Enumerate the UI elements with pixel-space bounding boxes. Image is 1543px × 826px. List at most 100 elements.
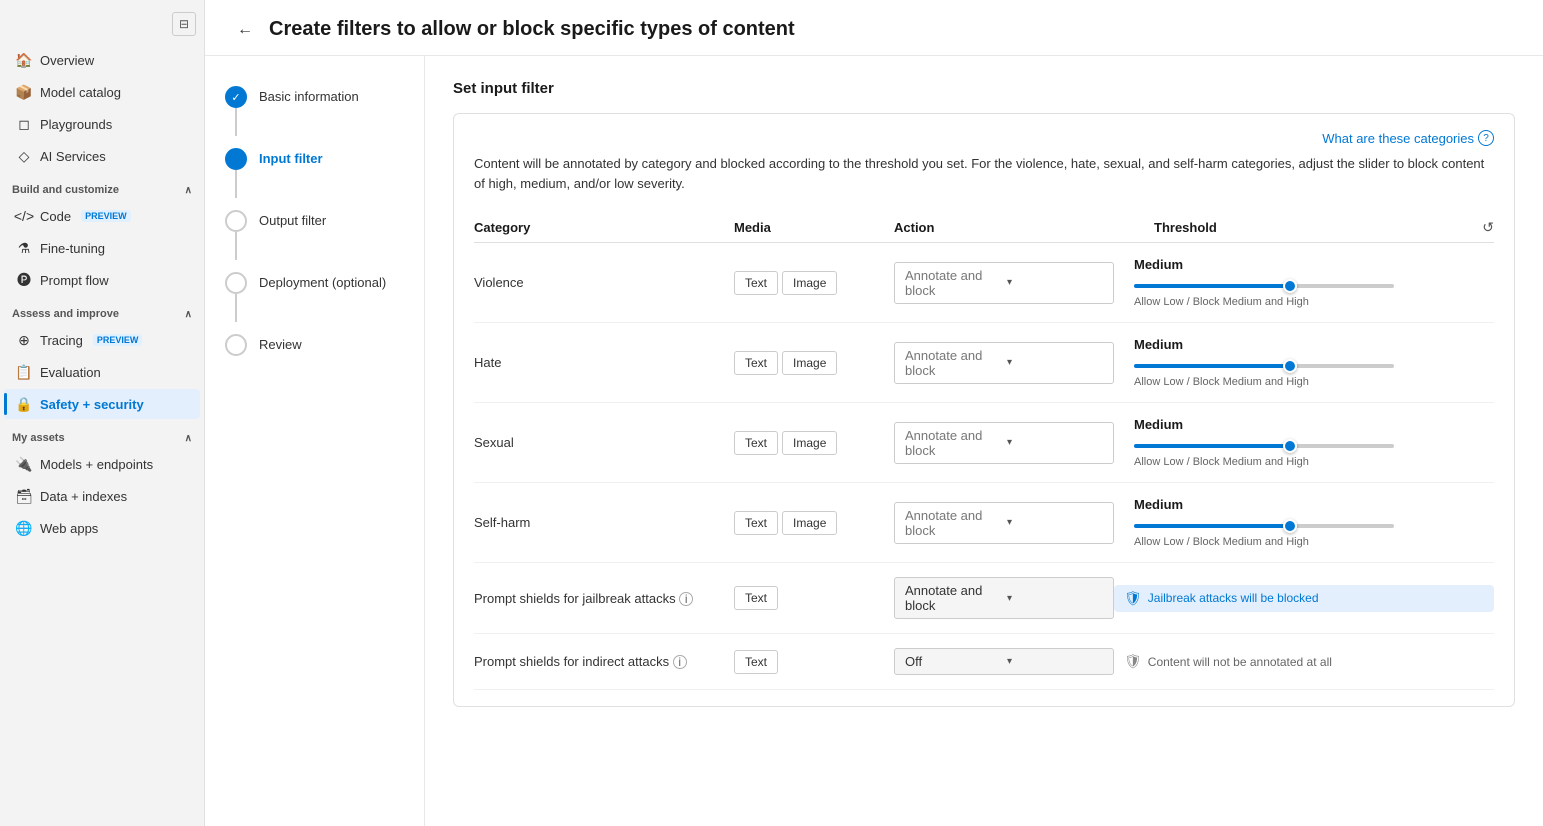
text-button[interactable]: Text bbox=[734, 511, 778, 535]
category-cell-prompt-shields-jailbreak: Prompt shields for jailbreak attacks i bbox=[474, 563, 734, 634]
code-icon: </> bbox=[16, 208, 32, 224]
text-button[interactable]: Text bbox=[734, 271, 778, 295]
filter-content-area: Set input filter What are these categori… bbox=[425, 56, 1543, 826]
wizard-step-3-indicator bbox=[225, 210, 247, 260]
action-dropdown-value: Annotate and block bbox=[905, 508, 1001, 538]
category-label: Prompt shields for jailbreak attacks bbox=[474, 591, 676, 606]
chevron-down-icon: ▾ bbox=[1007, 437, 1103, 448]
tracing-preview-badge: PREVIEW bbox=[93, 334, 143, 346]
slider-thumb[interactable] bbox=[1283, 359, 1297, 373]
wizard-line-4 bbox=[235, 294, 237, 322]
sidebar-item-label: Web apps bbox=[40, 521, 98, 536]
info-circle-icon: ? bbox=[1478, 130, 1494, 146]
threshold-cell-sexual: Medium Allow Low / Block Medium and High bbox=[1114, 403, 1494, 483]
sidebar-item-model-catalog[interactable]: 📦 Model catalog bbox=[4, 77, 200, 107]
slider-description: Allow Low / Block Medium and High bbox=[1134, 456, 1494, 468]
slider-track bbox=[1134, 364, 1394, 368]
text-button[interactable]: Text bbox=[734, 351, 778, 375]
sidebar-item-label: Safety + security bbox=[40, 397, 144, 412]
text-button[interactable]: Text bbox=[734, 650, 778, 674]
threshold-value-label: Medium bbox=[1134, 337, 1494, 352]
what-categories-link[interactable]: What are these categories ? bbox=[1322, 130, 1494, 146]
sidebar-item-label: Data + indexes bbox=[40, 489, 127, 504]
wizard-step-4-label: Deployment (optional) bbox=[259, 272, 386, 290]
wizard-step-4-indicator bbox=[225, 272, 247, 322]
sidebar-item-label: Playgrounds bbox=[40, 117, 112, 132]
table-row: ViolenceTextImageAnnotate and block▾ Med… bbox=[474, 243, 1494, 323]
slider-thumb[interactable] bbox=[1283, 439, 1297, 453]
sidebar-item-data-indexes[interactable]: 🗃 Data + indexes bbox=[4, 481, 200, 511]
action-dropdown[interactable]: Annotate and block ▾ bbox=[894, 262, 1114, 304]
sidebar-item-code[interactable]: </> Code PREVIEW bbox=[4, 201, 200, 231]
threshold-cell-hate: Medium Allow Low / Block Medium and High bbox=[1114, 323, 1494, 403]
sidebar-item-label: Models + endpoints bbox=[40, 457, 153, 472]
sidebar-item-prompt-flow[interactable]: 🅟 Prompt flow bbox=[4, 265, 200, 295]
category-label: Self-harm bbox=[474, 515, 530, 530]
table-row: Prompt shields for jailbreak attacks iTe… bbox=[474, 563, 1494, 634]
sidebar-item-label: Prompt flow bbox=[40, 273, 109, 288]
col-header-category: Category bbox=[474, 213, 734, 243]
action-dropdown[interactable]: Annotate and block▾ bbox=[894, 502, 1114, 544]
action-dropdown[interactable]: Annotate and block▾ bbox=[894, 422, 1114, 464]
sidebar-item-label: Code bbox=[40, 209, 71, 224]
sidebar-item-label: Fine-tuning bbox=[40, 241, 105, 256]
chevron-down-icon: ▾ bbox=[1007, 357, 1103, 368]
sidebar-item-evaluation[interactable]: 📋 Evaluation bbox=[4, 357, 200, 387]
sidebar-item-tracing[interactable]: ⊕ Tracing PREVIEW bbox=[4, 325, 200, 355]
action-dropdown[interactable]: Annotate and block▾ bbox=[894, 577, 1114, 619]
wizard-step-1-indicator: ✓ bbox=[225, 86, 247, 136]
sidebar-item-label: Overview bbox=[40, 53, 94, 68]
action-cell-self-harm: Annotate and block▾ bbox=[894, 483, 1114, 563]
action-dropdown-value: Off bbox=[905, 654, 1001, 669]
text-button[interactable]: Text bbox=[734, 431, 778, 455]
action-cell-violence: Annotate and block ▾ bbox=[894, 243, 1114, 323]
sidebar-item-fine-tuning[interactable]: ⚗ Fine-tuning bbox=[4, 233, 200, 263]
wizard-step-2-label: Input filter bbox=[259, 148, 323, 166]
my-assets-chevron[interactable]: ∧ bbox=[185, 433, 192, 444]
wizard-step-output-filter: Output filter bbox=[225, 204, 404, 266]
sidebar-item-label: Tracing bbox=[40, 333, 83, 348]
category-cell-hate: Hate bbox=[474, 323, 734, 403]
chevron-down-icon: ▾ bbox=[1007, 277, 1103, 288]
action-dropdown[interactable]: Off▾ bbox=[894, 648, 1114, 675]
prompt-flow-icon: 🅟 bbox=[16, 272, 32, 288]
media-cell-sexual: TextImage bbox=[734, 403, 894, 483]
sidebar: ⊟ 🏠 Overview 📦 Model catalog ◻ Playgroun… bbox=[0, 0, 205, 826]
safety-icon: 🔒 bbox=[16, 396, 32, 412]
wizard-circle-3 bbox=[225, 210, 247, 232]
image-button[interactable]: Image bbox=[782, 271, 837, 295]
image-button[interactable]: Image bbox=[782, 351, 837, 375]
sidebar-item-overview[interactable]: 🏠 Overview bbox=[4, 45, 200, 75]
image-button[interactable]: Image bbox=[782, 511, 837, 535]
image-button[interactable]: Image bbox=[782, 431, 837, 455]
sidebar-item-web-apps[interactable]: 🌐 Web apps bbox=[4, 513, 200, 543]
slider-description: Allow Low / Block Medium and High bbox=[1134, 296, 1494, 308]
reset-all-button[interactable]: ↺ bbox=[1482, 219, 1494, 236]
threshold-area: Medium Allow Low / Block Medium and High bbox=[1114, 337, 1494, 388]
wizard-step-5-indicator bbox=[225, 334, 247, 356]
wizard-line-1 bbox=[235, 108, 237, 136]
slider-track bbox=[1134, 444, 1394, 448]
wizard-circle-2 bbox=[225, 148, 247, 170]
sidebar-item-ai-services[interactable]: ◇ AI Services bbox=[4, 141, 200, 171]
data-indexes-icon: 🗃 bbox=[16, 488, 32, 504]
action-dropdown[interactable]: Annotate and block▾ bbox=[894, 342, 1114, 384]
wizard-circle-5 bbox=[225, 334, 247, 356]
build-customize-chevron[interactable]: ∧ bbox=[185, 185, 192, 196]
slider-description: Allow Low / Block Medium and High bbox=[1134, 536, 1494, 548]
sidebar-item-playgrounds[interactable]: ◻ Playgrounds bbox=[4, 109, 200, 139]
sidebar-item-models-endpoints[interactable]: 🔌 Models + endpoints bbox=[4, 449, 200, 479]
assess-improve-chevron[interactable]: ∧ bbox=[185, 309, 192, 320]
slider-thumb[interactable] bbox=[1283, 279, 1297, 293]
slider-thumb[interactable] bbox=[1283, 519, 1297, 533]
sidebar-toggle-button[interactable]: ⊟ bbox=[172, 12, 196, 36]
build-customize-header: Build and customize ∧ bbox=[0, 176, 204, 200]
assess-improve-header: Assess and improve ∧ bbox=[0, 300, 204, 324]
back-button[interactable]: ← bbox=[233, 19, 257, 41]
sidebar-item-label: Evaluation bbox=[40, 365, 101, 380]
text-button[interactable]: Text bbox=[734, 586, 778, 610]
description-text: Content will be annotated by category an… bbox=[474, 154, 1494, 193]
sidebar-item-safety-security[interactable]: 🔒 Safety + security bbox=[4, 389, 200, 419]
slider-container bbox=[1134, 516, 1394, 532]
action-dropdown-value: Annotate and block bbox=[905, 268, 1001, 298]
